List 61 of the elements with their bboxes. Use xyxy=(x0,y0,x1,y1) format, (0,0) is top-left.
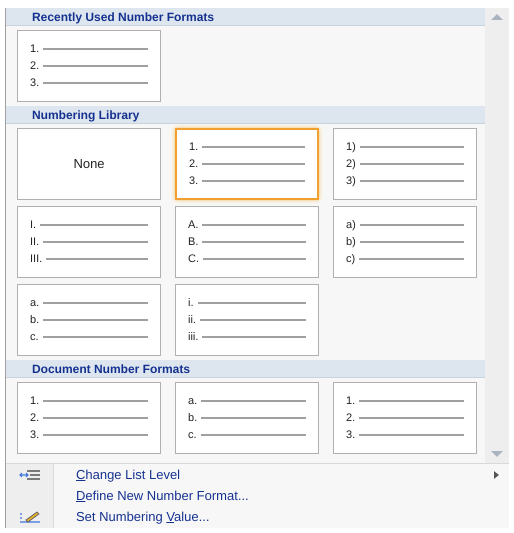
list-number: III. xyxy=(30,252,42,266)
list-number: 3. xyxy=(189,174,198,188)
list-number: 2. xyxy=(30,411,40,425)
scrollbar[interactable] xyxy=(485,8,509,463)
list-number: iii. xyxy=(188,330,198,344)
list-number: c. xyxy=(188,428,197,442)
scroll-up-icon[interactable] xyxy=(491,14,504,20)
list-number: 2) xyxy=(346,157,356,171)
menu-item-label: Set Numbering Value... xyxy=(76,508,210,526)
list-number: 3. xyxy=(346,428,356,442)
none-label: None xyxy=(73,155,105,174)
menu-item-label: Define New Number Format... xyxy=(76,486,249,505)
list-number: C. xyxy=(188,252,199,266)
list-number: 2. xyxy=(30,59,40,73)
numbering-tile[interactable]: i. ii. iii. xyxy=(175,284,319,356)
numbering-tile[interactable]: a. b. c. xyxy=(17,284,161,356)
list-number: II. xyxy=(30,235,40,249)
list-number: B. xyxy=(188,235,198,249)
numbering-tile[interactable]: 1. 2. 3. xyxy=(333,382,477,454)
list-number: 3. xyxy=(30,428,40,442)
indent-icon xyxy=(18,468,40,480)
section-title: Numbering Library xyxy=(32,106,140,124)
scroll-down-icon[interactable] xyxy=(491,451,504,457)
menu-item[interactable]: Define New Number Format... xyxy=(54,485,509,506)
list-number: b. xyxy=(30,313,40,327)
numbering-tile[interactable]: a. b. c. xyxy=(175,382,319,454)
list-number: b) xyxy=(346,235,356,249)
section-title: Document Number Formats xyxy=(32,360,190,378)
numbering-tile[interactable]: 1. 2. 3. xyxy=(17,30,161,102)
menu-item[interactable]: Change List Level xyxy=(54,464,509,485)
list-number: a. xyxy=(188,394,198,408)
list-number: a. xyxy=(30,296,40,310)
list-number: c) xyxy=(346,252,356,266)
list-number: 1. xyxy=(346,394,356,408)
list-number: A. xyxy=(188,218,198,232)
list-number: 3) xyxy=(346,174,356,188)
list-number: 1. xyxy=(189,140,198,154)
numbering-tile[interactable]: a) b) c) xyxy=(333,206,477,278)
numbering-tile[interactable]: 1) 2) 3) xyxy=(333,128,477,200)
list-number: I. xyxy=(30,218,36,232)
section-title: Recently Used Number Formats xyxy=(32,8,214,26)
numbering-tile[interactable]: 1. 2. 3. xyxy=(17,382,161,454)
pencil-icon xyxy=(18,510,40,524)
menu-item-label: Change List Level xyxy=(76,466,180,484)
list-number: b. xyxy=(188,411,198,425)
list-number: 3. xyxy=(30,76,40,90)
list-number: 1. xyxy=(30,42,40,56)
list-number: 1. xyxy=(30,394,40,408)
submenu-arrow-icon xyxy=(494,470,499,478)
list-number: a) xyxy=(346,218,356,232)
list-number: ii. xyxy=(188,313,196,327)
list-number: i. xyxy=(188,296,194,310)
numbering-tile[interactable]: I. II. III. xyxy=(17,206,161,278)
list-number: 2. xyxy=(346,411,356,425)
list-number: 1) xyxy=(346,140,356,154)
numbering-tile[interactable]: A. B. C. xyxy=(175,206,319,278)
list-number: 2. xyxy=(189,157,198,171)
none-tile[interactable]: None xyxy=(17,128,161,200)
numbering-tile[interactable]: 1. 2. 3. xyxy=(175,128,319,200)
menu-item[interactable]: Set Numbering Value... xyxy=(54,506,509,527)
list-number: c. xyxy=(30,330,39,344)
